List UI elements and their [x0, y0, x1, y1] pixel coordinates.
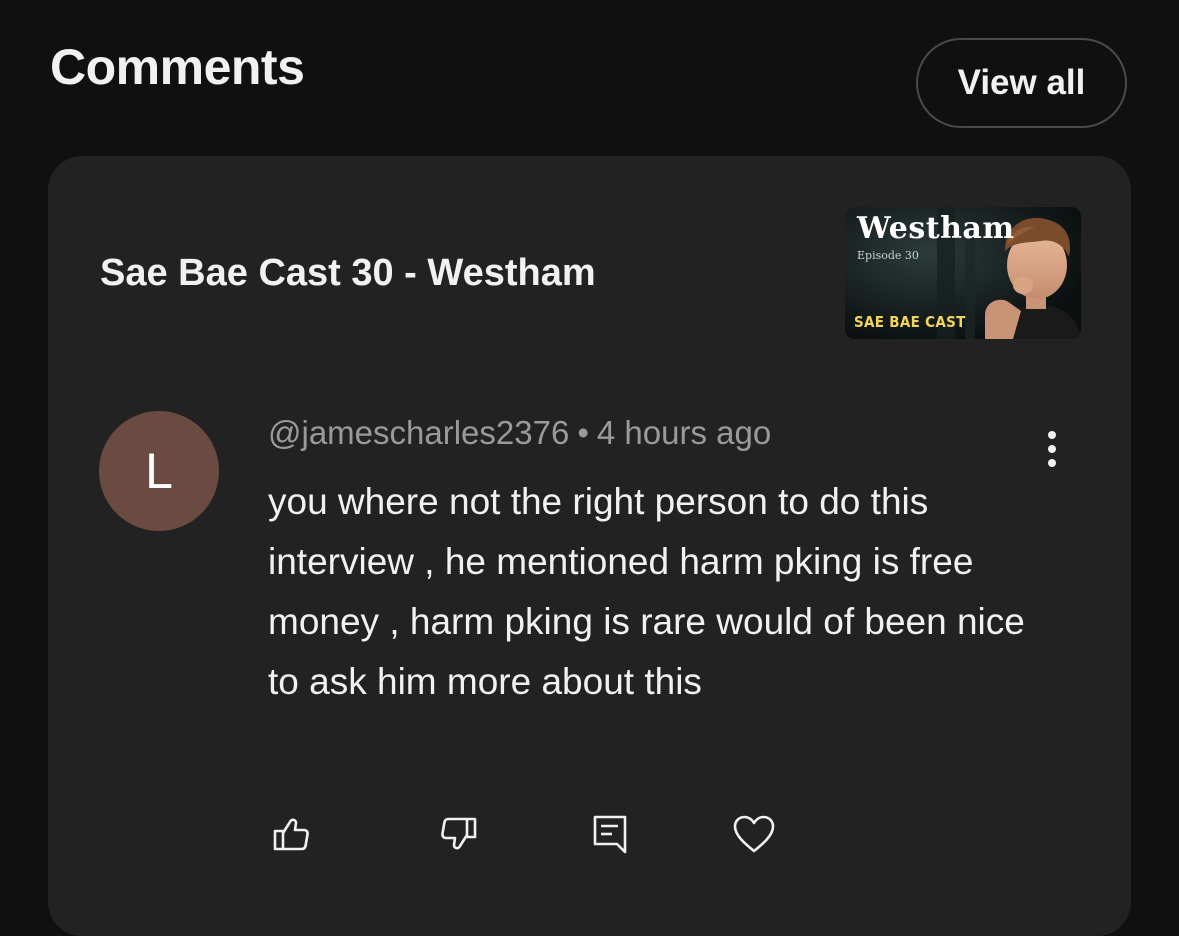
comment-time: 4 hours ago: [596, 414, 772, 451]
more-options-button[interactable]: [1032, 424, 1072, 474]
video-thumbnail[interactable]: Westham Episode 30 SAE BAE CAST: [845, 207, 1081, 339]
video-title[interactable]: Sae Bae Cast 30 - Westham: [100, 252, 596, 295]
thumbnail-episode: Episode 30: [857, 249, 919, 262]
thumbs-down-icon: [441, 817, 477, 850]
like-button[interactable]: [265, 808, 317, 860]
heart-button[interactable]: [728, 808, 780, 860]
heart-icon: [733, 815, 775, 853]
reply-icon: [593, 815, 627, 854]
comment-author[interactable]: @jamescharles2376: [268, 414, 569, 451]
avatar[interactable]: L: [99, 411, 219, 531]
reply-button[interactable]: [584, 808, 636, 860]
comment-text: you where not the right person to do thi…: [268, 481, 1025, 702]
view-all-button[interactable]: View all: [916, 38, 1127, 128]
comment-meta: @jamescharles2376 • 4 hours ago: [268, 414, 771, 452]
comment-card[interactable]: Sae Bae Cast 30 - Westham Westham Episod…: [48, 156, 1131, 936]
comment-actions: [48, 808, 1131, 868]
thumbs-up-icon: [273, 818, 309, 851]
section-title: Comments: [50, 39, 305, 95]
comments-header: Comments View all: [0, 0, 1179, 150]
thumbnail-title: Westham: [857, 211, 1015, 246]
thumbnail-show-name: SAE BAE CAST: [854, 313, 966, 331]
more-vertical-icon: [1048, 431, 1056, 467]
dislike-button[interactable]: [433, 808, 485, 860]
meta-separator: •: [577, 414, 589, 451]
